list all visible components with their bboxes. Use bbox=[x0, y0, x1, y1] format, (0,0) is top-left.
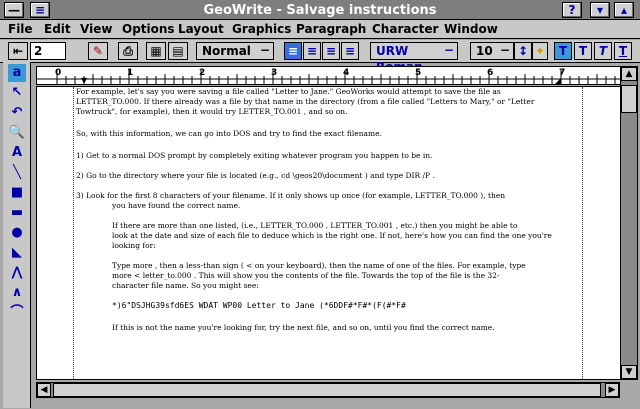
ruler[interactable]: 0 1 2 3 4 5 6 7 ▼ ◢ bbox=[36, 66, 627, 85]
polyline-tool-icon[interactable]: ⋀ bbox=[8, 264, 26, 282]
doc-line: Type more , then a less-than sign ( < on… bbox=[112, 261, 526, 270]
ruler-ticks bbox=[37, 70, 627, 85]
horizontal-scroll-thumb[interactable] bbox=[53, 383, 601, 397]
highlight-icon[interactable]: ✦ bbox=[532, 42, 548, 60]
ruler-mark-3: 3 bbox=[271, 68, 278, 78]
doc-line: 1) Get to a normal DOS prompt by complet… bbox=[76, 151, 433, 160]
maximize-button[interactable]: ▴ bbox=[614, 2, 634, 18]
text-style-plain-button[interactable]: T bbox=[554, 42, 572, 60]
chevron-down-icon: − bbox=[260, 43, 271, 57]
menu-paragraph[interactable]: Paragraph bbox=[296, 22, 366, 36]
document-area[interactable]: For example, let's say you were saving a… bbox=[36, 86, 626, 380]
line-tool-icon[interactable]: ╲ bbox=[8, 164, 26, 182]
insert-graphic-icon[interactable]: ▦ bbox=[146, 42, 166, 60]
ruler-mark-5: 5 bbox=[415, 68, 422, 78]
ruler-mark-6: 6 bbox=[487, 68, 494, 78]
align-right-button[interactable]: ≡ bbox=[322, 42, 340, 60]
font-size-value: 10 bbox=[476, 44, 493, 58]
rectangle-tool-icon[interactable]: ■ bbox=[8, 184, 26, 202]
left-margin-marker-icon[interactable]: ▼ bbox=[81, 76, 87, 85]
pointer-tool-icon[interactable]: ↖ bbox=[8, 84, 26, 102]
menu-edit[interactable]: Edit bbox=[44, 22, 71, 36]
doc-line: So, with this information, we can go int… bbox=[76, 129, 382, 138]
scroll-right-icon[interactable]: ▶ bbox=[605, 383, 619, 397]
doc-line: If this is not the name you're looking f… bbox=[112, 323, 495, 332]
scroll-down-icon[interactable]: ▼ bbox=[621, 365, 637, 379]
arc-tool-icon[interactable]: ⌒ bbox=[8, 304, 26, 322]
doc-line: character file name. So you might see: bbox=[112, 281, 259, 290]
text-object-tool-icon[interactable]: A bbox=[8, 144, 26, 162]
text-style-italic-button[interactable]: T bbox=[594, 42, 612, 60]
title-bar: — ≡ GeoWrite - Salvage instructions ? ▾ … bbox=[0, 0, 640, 20]
vertical-scrollbar[interactable]: ▲ ▼ bbox=[620, 66, 638, 380]
text-tool-icon[interactable]: a bbox=[8, 64, 26, 82]
zoom-tool-icon[interactable]: 🔍 bbox=[8, 124, 26, 142]
ellipse-tool-icon[interactable]: ● bbox=[8, 224, 26, 242]
doc-line: more < letter_to.000 . This will show yo… bbox=[112, 271, 500, 280]
paragraph-style-value: Normal bbox=[202, 44, 251, 58]
doc-line: looking for: bbox=[112, 241, 156, 250]
ruler-mark-4: 4 bbox=[343, 68, 350, 78]
menu-file[interactable]: File bbox=[8, 22, 33, 36]
chevron-down-icon: − bbox=[444, 43, 455, 57]
menu-bar: File Edit View Options Layout Graphics P… bbox=[0, 20, 640, 39]
spline-tool-icon[interactable]: ∧ bbox=[8, 284, 26, 302]
align-center-button[interactable]: ≡ bbox=[303, 42, 321, 60]
align-left-button[interactable]: ≡ bbox=[284, 42, 302, 60]
scroll-up-icon[interactable]: ▲ bbox=[621, 67, 637, 81]
goto-page-icon[interactable]: ⇤ bbox=[8, 42, 28, 60]
drop-icon[interactable]: ✎ bbox=[88, 42, 108, 60]
window-title: GeoWrite - Salvage instructions bbox=[203, 3, 437, 18]
font-size-select[interactable]: 10− bbox=[470, 42, 514, 60]
doc-line: 3) Look for the first 8 characters of yo… bbox=[76, 191, 506, 200]
doc-line: Towtruck", for example), then it would t… bbox=[76, 107, 348, 116]
rounded-rectangle-tool-icon[interactable]: ▬ bbox=[8, 204, 26, 222]
menu-character[interactable]: Character bbox=[372, 22, 438, 36]
text-style-underline-button[interactable]: T bbox=[614, 42, 632, 60]
page: For example, let's say you were saving a… bbox=[73, 87, 583, 379]
menu-layout[interactable]: Layout bbox=[178, 22, 224, 36]
ruler-mark-2: 2 bbox=[199, 68, 206, 78]
page-number-field[interactable]: 2 bbox=[30, 42, 66, 60]
doc-line: If there are more than one listed, (i.e.… bbox=[112, 221, 518, 230]
tool-palette: a ↖ ↶ 🔍 A ╲ ■ ▬ ● ◣ ⋀ ∧ ⌒ bbox=[3, 62, 31, 408]
rotate-tool-icon[interactable]: ↶ bbox=[8, 104, 26, 122]
ruler-mark-1: 1 bbox=[127, 68, 134, 78]
polygon-tool-icon[interactable]: ◣ bbox=[8, 244, 26, 262]
doc-line: LETTER_TO.000. If there already was a fi… bbox=[76, 97, 535, 106]
text-style-bold-button[interactable]: T bbox=[574, 42, 592, 60]
align-justify-button[interactable]: ≡ bbox=[341, 42, 359, 60]
format-icon[interactable]: ▤ bbox=[168, 42, 188, 60]
size-step-icon[interactable]: ↕ bbox=[514, 42, 532, 60]
horizontal-scrollbar[interactable]: ◀ ▶ bbox=[36, 382, 620, 398]
menu-view[interactable]: View bbox=[80, 22, 112, 36]
doc-line-code: *)6"DSJHG39sfd6ES WDAT WP00 Letter to Ja… bbox=[112, 301, 406, 310]
font-select[interactable]: URW Roman− bbox=[370, 42, 458, 74]
chevron-down-icon: − bbox=[500, 43, 511, 57]
toolbar: ⇤ 2 ✎ ⎙ ▦ ▤ Normal− ≡ ≡ ≡ ≡ URW Roman− 1… bbox=[0, 40, 640, 74]
menu-options[interactable]: Options bbox=[122, 22, 175, 36]
doc-line: you have found the correct name. bbox=[112, 201, 241, 210]
scroll-left-icon[interactable]: ◀ bbox=[37, 383, 51, 397]
ruler-mark-0: 0 bbox=[55, 68, 62, 78]
menu-graphics[interactable]: Graphics bbox=[232, 22, 291, 36]
minimize-button[interactable]: ▾ bbox=[590, 2, 610, 18]
help-button[interactable]: ? bbox=[562, 2, 582, 18]
print-icon[interactable]: ⎙ bbox=[118, 42, 138, 60]
doc-line: look at the date and size of each file t… bbox=[112, 231, 552, 240]
doc-line: 2) Go to the directory where your file i… bbox=[76, 171, 435, 180]
menu-window[interactable]: Window bbox=[444, 22, 498, 36]
paragraph-style-select[interactable]: Normal − bbox=[196, 42, 274, 60]
right-margin-marker-icon[interactable]: ◢ bbox=[555, 76, 561, 85]
vertical-scroll-thumb[interactable] bbox=[621, 85, 637, 113]
doc-line: For example, let's say you were saving a… bbox=[76, 87, 501, 96]
